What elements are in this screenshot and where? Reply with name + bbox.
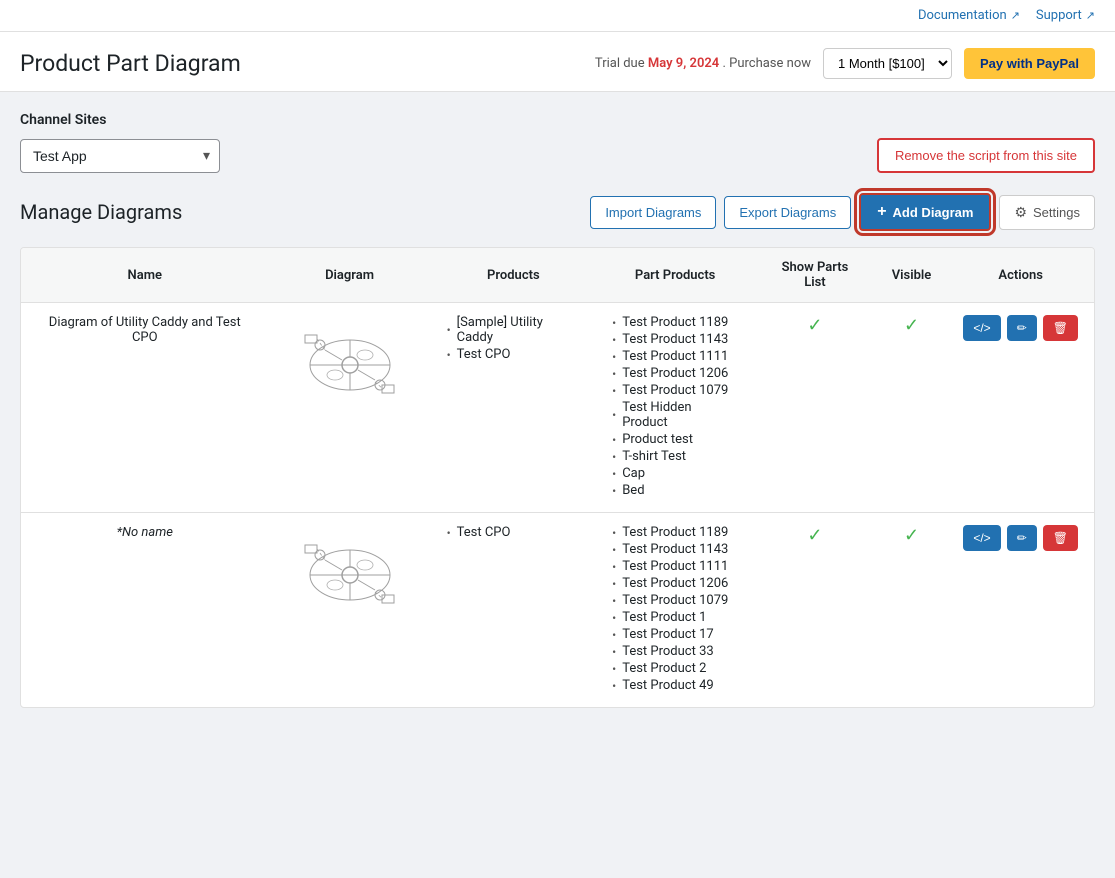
list-item: Test Product 1206 xyxy=(612,366,738,381)
row2-actions: </> ✏ 🗑 xyxy=(947,513,1094,708)
diagrams-table-container: Name Diagram Products Part Products Show… xyxy=(20,247,1095,708)
list-item: Test CPO xyxy=(447,347,581,362)
row1-visible: ✓ xyxy=(876,303,948,513)
list-item: Test CPO xyxy=(447,525,581,540)
list-item: Test Product 1079 xyxy=(612,593,728,608)
col-name: Name xyxy=(21,248,269,303)
edit-button[interactable]: ✏ xyxy=(1007,525,1037,551)
list-item: Test Product 1143 xyxy=(612,332,738,347)
remove-script-button[interactable]: Remove the script from this site xyxy=(877,138,1095,173)
diagram-svg-1 xyxy=(290,320,410,410)
table-row: *No name xyxy=(21,513,1094,708)
row1-part-products: Test Product 1189 Test Product 1143 Test… xyxy=(596,303,754,513)
list-item: Test Product 1206 xyxy=(612,576,728,591)
documentation-link[interactable]: Documentation ↗ xyxy=(918,8,1020,23)
row2-visible: ✓ xyxy=(876,513,948,708)
list-item: Test Product 2 xyxy=(612,661,728,676)
paypal-button[interactable]: Pay with PayPal xyxy=(964,48,1095,79)
list-item: Test Product 1 xyxy=(612,610,728,625)
list-item: Test Product 1189 xyxy=(612,315,738,330)
delete-button[interactable]: 🗑 xyxy=(1043,315,1078,341)
page-title: Product Part Diagram xyxy=(20,50,241,77)
gear-icon: ⚙ xyxy=(1014,204,1027,221)
checkmark-icon: ✓ xyxy=(904,525,919,546)
trial-date: May 9, 2024 xyxy=(648,56,719,71)
channel-row: Test App Other Site ▾ Remove the script … xyxy=(20,138,1095,173)
list-item: Test Product 1111 xyxy=(612,559,728,574)
row2-part-products: Test Product 1189 Test Product 1143 Test… xyxy=(596,513,754,708)
external-link-icon: ↗ xyxy=(1011,9,1020,22)
support-link[interactable]: Support ↗ xyxy=(1036,8,1095,23)
diagram-image-2 xyxy=(285,525,415,625)
list-item: Product test xyxy=(612,432,738,447)
channel-select[interactable]: Test App Other Site xyxy=(20,139,220,173)
list-item: Test Product 1111 xyxy=(612,349,738,364)
external-link-icon-2: ↗ xyxy=(1086,9,1095,22)
list-item: Test Product 49 xyxy=(612,678,728,693)
import-diagrams-button[interactable]: Import Diagrams xyxy=(590,196,716,229)
diagram-svg-2 xyxy=(290,530,410,620)
row2-name: *No name xyxy=(21,513,269,708)
main-content: Channel Sites Test App Other Site ▾ Remo… xyxy=(0,92,1115,728)
diagram-image-1 xyxy=(285,315,415,415)
row1-name: Diagram of Utility Caddy and Test CPO xyxy=(21,303,269,513)
table-header: Name Diagram Products Part Products Show… xyxy=(21,248,1094,303)
checkmark-icon: ✓ xyxy=(904,315,919,336)
list-item: T-shirt Test xyxy=(612,449,738,464)
list-item: Bed xyxy=(612,483,738,498)
code-button[interactable]: </> xyxy=(963,525,1000,551)
row1-actions: </> ✏ 🗑 xyxy=(947,303,1094,513)
manage-row: Manage Diagrams Import Diagrams Export D… xyxy=(20,193,1095,231)
row1-show-parts-list: ✓ xyxy=(754,303,876,513)
page-header: Product Part Diagram Trial due May 9, 20… xyxy=(0,32,1115,92)
checkmark-icon: ✓ xyxy=(807,315,822,336)
diagrams-table: Name Diagram Products Part Products Show… xyxy=(21,248,1094,707)
manage-actions: Import Diagrams Export Diagrams + Add Di… xyxy=(590,193,1095,231)
list-item: Test Product 1189 xyxy=(612,525,728,540)
code-button[interactable]: </> xyxy=(963,315,1000,341)
list-item: Test Product 1079 xyxy=(612,383,738,398)
add-diagram-button[interactable]: + Add Diagram xyxy=(859,193,991,231)
row2-products: Test CPO xyxy=(431,513,597,708)
list-item: Test Product 33 xyxy=(612,644,728,659)
col-products: Products xyxy=(431,248,597,303)
trial-bar: Trial due May 9, 2024 . Purchase now 1 M… xyxy=(595,48,1095,79)
manage-title: Manage Diagrams xyxy=(20,200,182,224)
export-diagrams-button[interactable]: Export Diagrams xyxy=(724,196,851,229)
top-navigation: Documentation ↗ Support ↗ xyxy=(0,0,1115,32)
trial-text: Trial due May 9, 2024 . Purchase now xyxy=(595,56,811,71)
row2-diagram xyxy=(269,513,431,708)
col-show-parts-list: Show Parts List xyxy=(754,248,876,303)
table-body: Diagram of Utility Caddy and Test CPO xyxy=(21,303,1094,708)
settings-button[interactable]: ⚙ Settings xyxy=(999,195,1095,230)
plan-select[interactable]: 1 Month [$100] 3 Month [$250] 1 Year [$8… xyxy=(823,48,952,79)
list-item: [Sample] Utility Caddy xyxy=(447,315,581,345)
list-item: Cap xyxy=(612,466,738,481)
col-visible: Visible xyxy=(876,248,948,303)
col-part-products: Part Products xyxy=(596,248,754,303)
edit-button[interactable]: ✏ xyxy=(1007,315,1037,341)
col-actions: Actions xyxy=(947,248,1094,303)
checkmark-icon: ✓ xyxy=(807,525,822,546)
delete-button[interactable]: 🗑 xyxy=(1043,525,1078,551)
list-item: Test Product 1143 xyxy=(612,542,728,557)
plus-icon: + xyxy=(877,203,886,221)
row1-diagram xyxy=(269,303,431,513)
row2-show-parts-list: ✓ xyxy=(754,513,876,708)
row1-products: [Sample] Utility Caddy Test CPO xyxy=(431,303,597,513)
channel-select-wrapper: Test App Other Site ▾ xyxy=(20,139,220,173)
list-item: Test Product 17 xyxy=(612,627,728,642)
col-diagram: Diagram xyxy=(269,248,431,303)
table-row: Diagram of Utility Caddy and Test CPO xyxy=(21,303,1094,513)
channel-section-title: Channel Sites xyxy=(20,112,1095,128)
list-item: Test Hidden Product xyxy=(612,400,738,430)
